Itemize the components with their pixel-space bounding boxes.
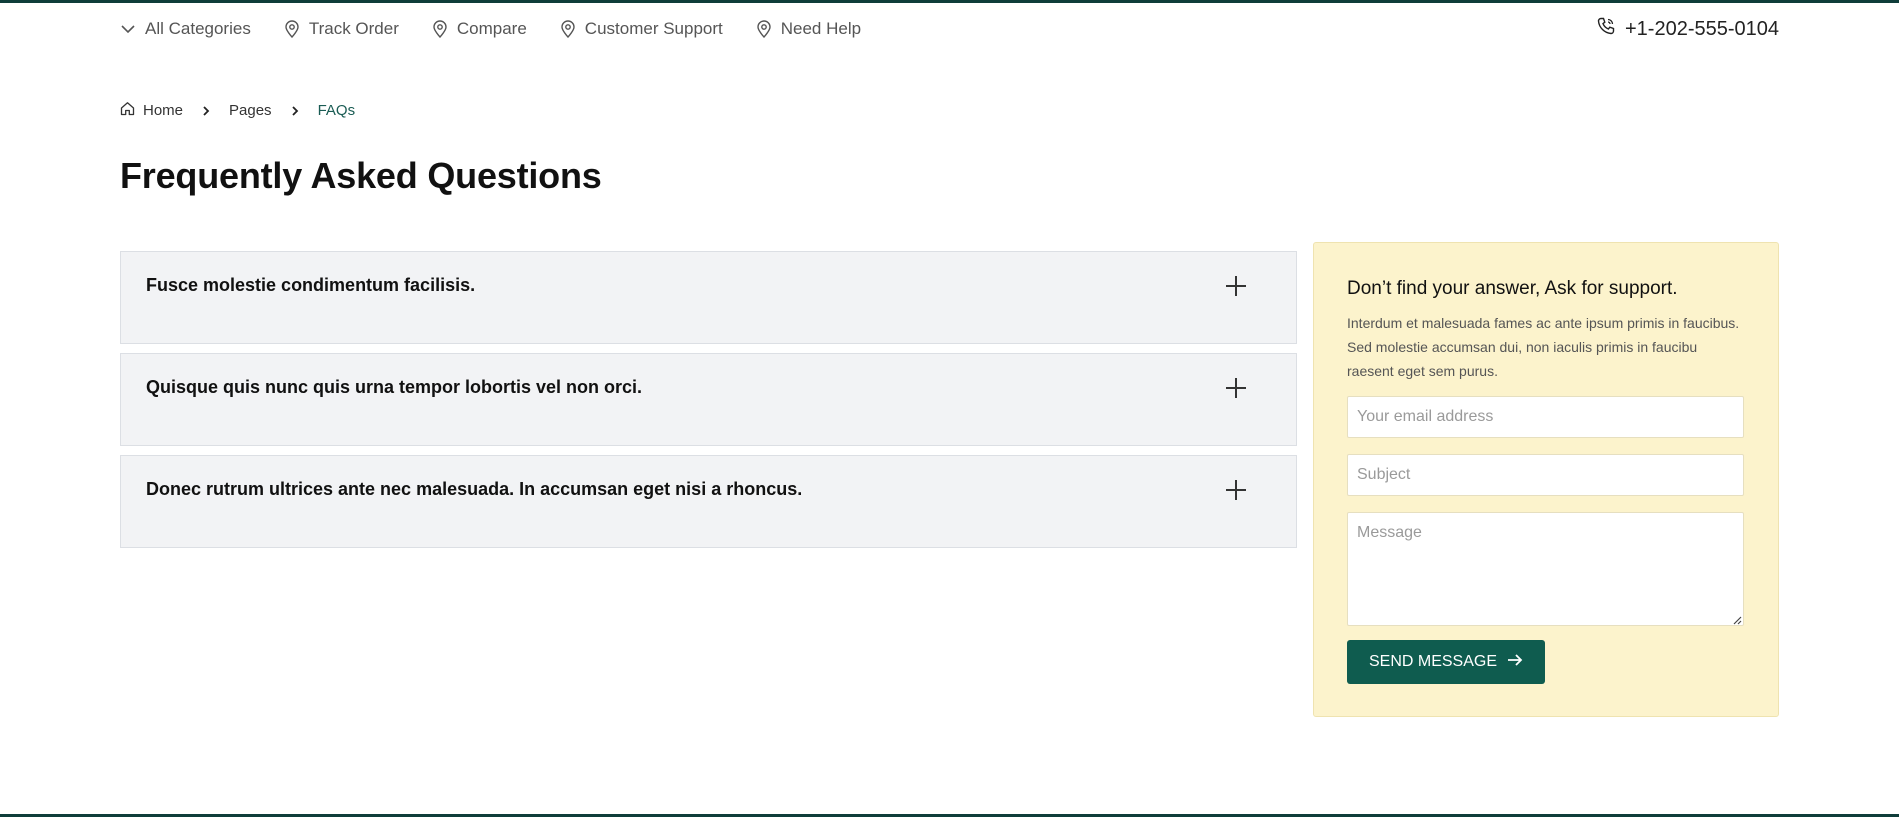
email-field[interactable] <box>1347 396 1744 438</box>
breadcrumb-home[interactable]: Home <box>120 101 183 120</box>
send-message-button[interactable]: SEND MESSAGE <box>1347 640 1545 684</box>
nav-item-label: Track Order <box>308 19 399 38</box>
nav-item-label: Need Help <box>780 19 862 38</box>
breadcrumb-label: FAQs <box>317 102 356 119</box>
nav-item-label: Customer Support <box>584 19 723 38</box>
location-pin-icon <box>756 20 772 38</box>
support-description: Interdum et malesuada fames ac ante ipsu… <box>1347 315 1740 379</box>
faq-question: Fusce molestie condimentum facilisis. <box>146 275 476 295</box>
support-panel: Don’t find your answer, Ask for support.… <box>1313 242 1779 717</box>
breadcrumb-pages[interactable]: Pages <box>229 102 272 119</box>
faq-accordion: Fusce molestie condimentum facilisis. Qu… <box>120 251 1297 557</box>
nav-need-help[interactable]: Need Help <box>756 19 861 39</box>
breadcrumb-faqs: FAQs <box>318 102 356 119</box>
faq-item[interactable]: Quisque quis nunc quis urna tempor lobor… <box>120 353 1297 446</box>
phone-icon <box>1597 17 1615 41</box>
plus-icon[interactable] <box>1226 480 1246 500</box>
nav-track-order[interactable]: Track Order <box>284 19 399 39</box>
chevron-right-icon <box>201 105 211 117</box>
breadcrumb-label: Pages <box>229 102 272 119</box>
chevron-right-icon <box>290 105 300 117</box>
page-title: Frequently Asked Questions <box>120 155 602 196</box>
nav-item-label: Compare <box>456 19 527 38</box>
nav-all-categories[interactable]: All Categories <box>120 19 251 39</box>
plus-icon[interactable] <box>1226 378 1246 398</box>
message-field[interactable] <box>1347 512 1744 626</box>
top-bar: All Categories Track Order Compare Custo… <box>120 3 1779 55</box>
faq-item[interactable]: Fusce molestie condimentum facilisis. <box>120 251 1297 344</box>
phone-link[interactable]: +1-202-555-0104 <box>1597 17 1779 41</box>
faq-question: Quisque quis nunc quis urna tempor lobor… <box>146 377 643 397</box>
arrow-right-icon <box>1507 653 1523 672</box>
nav-item-label: All Categories <box>145 19 251 38</box>
subject-field[interactable] <box>1347 454 1744 496</box>
chevron-down-icon <box>120 21 136 37</box>
plus-icon[interactable] <box>1226 276 1246 296</box>
send-button-label: SEND MESSAGE <box>1368 653 1498 670</box>
breadcrumb-label: Home <box>143 102 184 119</box>
resize-handle-icon[interactable] <box>1732 612 1742 625</box>
phone-number: +1-202-555-0104 <box>1624 17 1779 40</box>
support-title: Don’t find your answer, Ask for support. <box>1347 278 1678 299</box>
faq-item[interactable]: Donec rutrum ultrices ante nec malesuada… <box>120 455 1297 548</box>
home-icon <box>120 101 135 120</box>
breadcrumb: Home Pages FAQs <box>120 101 355 120</box>
faq-question: Donec rutrum ultrices ante nec malesuada… <box>146 479 803 499</box>
nav-compare[interactable]: Compare <box>432 19 527 39</box>
nav-customer-support[interactable]: Customer Support <box>560 19 723 39</box>
location-pin-icon <box>284 20 300 38</box>
location-pin-icon <box>560 20 576 38</box>
top-nav: All Categories Track Order Compare Custo… <box>120 19 861 39</box>
location-pin-icon <box>432 20 448 38</box>
